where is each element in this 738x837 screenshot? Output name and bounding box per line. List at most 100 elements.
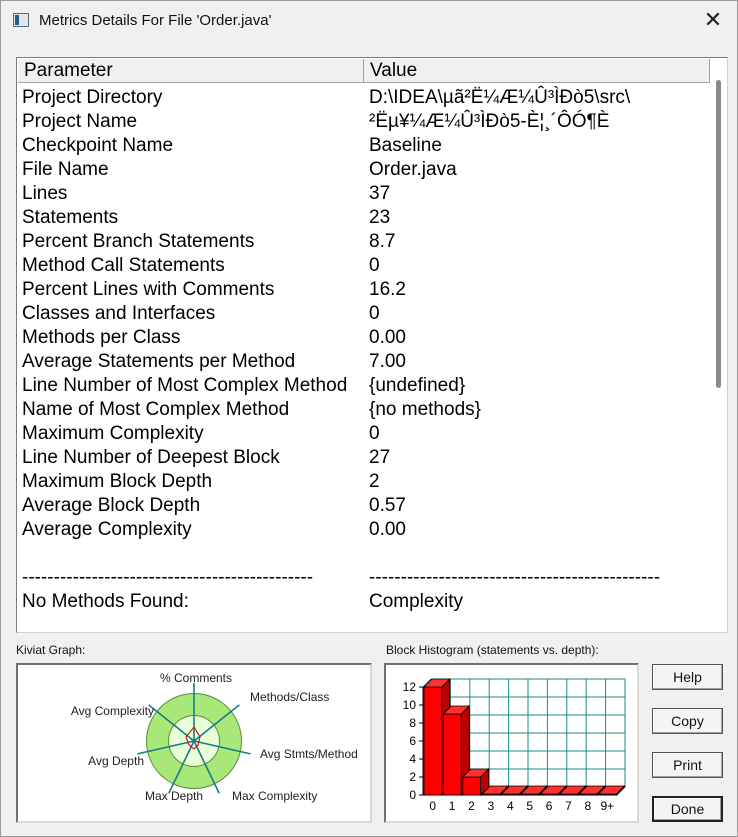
- print-button[interactable]: Print: [652, 752, 723, 778]
- vertical-scrollbar[interactable]: [710, 58, 727, 632]
- table-row[interactable]: Percent Branch Statements 8.7: [22, 230, 712, 254]
- table-row[interactable]: Method Call Statements 0: [22, 254, 712, 278]
- parameter-cell: Project Name: [22, 111, 138, 132]
- parameter-cell: Percent Branch Statements: [22, 231, 255, 252]
- value-cell: ²Ëµ¥¼Æ¼Û³ÌÐò5-È¦¸´ÔÓ¶È: [369, 111, 610, 132]
- parameter-cell: Name of Most Complex Method: [22, 399, 290, 420]
- done-button[interactable]: Done: [652, 796, 723, 822]
- value-cell: Order.java: [369, 159, 457, 180]
- kiviat-axis-label: Max Complexity: [232, 789, 317, 803]
- close-button[interactable]: ✕: [695, 5, 731, 37]
- histogram-y-tick-label: 2: [409, 770, 416, 784]
- column-header-parameter[interactable]: Parameter: [18, 59, 364, 83]
- table-row[interactable]: Classes and Interfaces 0: [22, 302, 712, 326]
- value-cell: ----------------------------------------…: [369, 567, 661, 588]
- metrics-table[interactable]: Parameter Value Project Directory D:\IDEA…: [16, 57, 728, 633]
- table-row[interactable]: Percent Lines with Comments 16.2: [22, 278, 712, 302]
- value-cell: Complexity: [369, 591, 463, 612]
- parameter-cell: Line Number of Most Complex Method: [22, 375, 348, 396]
- parameter-cell: Statements: [22, 207, 119, 228]
- kiviat-axis-label: Methods/Class: [250, 690, 329, 704]
- table-row[interactable]: Methods per Class 0.00: [22, 326, 712, 350]
- value-cell: 37: [369, 183, 391, 204]
- histogram-x-tick-label: 8: [585, 799, 592, 813]
- histogram-x-tick-label: 1: [449, 799, 456, 813]
- app-window-icon: [13, 13, 29, 27]
- parameter-cell: Project Directory: [22, 87, 163, 108]
- value-cell: 0: [369, 423, 380, 444]
- kiviat-graph: % Comments Methods/Class Avg Stmts/Method M…: [16, 663, 372, 823]
- histogram-x-tick-label: 7: [565, 799, 572, 813]
- table-row[interactable]: ----------------------------------------…: [22, 566, 712, 590]
- histogram-y-tick-label: 12: [403, 680, 417, 694]
- parameter-cell: Average Block Depth: [22, 495, 201, 516]
- parameter-cell: Average Complexity: [22, 519, 192, 540]
- histogram-x-tick-label: 3: [488, 799, 495, 813]
- table-row[interactable]: Lines 37: [22, 182, 712, 206]
- column-header-value[interactable]: Value: [364, 59, 710, 83]
- kiviat-axis-label: Avg Complexity: [71, 704, 154, 718]
- table-row[interactable]: Average Complexity 0.00: [22, 518, 712, 542]
- parameter-cell: Maximum Complexity: [22, 423, 204, 444]
- parameter-cell: File Name: [22, 159, 109, 180]
- kiviat-axis-label: Avg Stmts/Method: [260, 747, 358, 761]
- value-cell: {no methods}: [369, 399, 481, 420]
- histogram-x-tick-label: 9+: [600, 799, 614, 813]
- table-row[interactable]: Average Block Depth 0.57: [22, 494, 712, 518]
- value-cell: 2: [369, 471, 380, 492]
- table-row[interactable]: Line Number of Most Complex Method {undef…: [22, 374, 712, 398]
- value-cell: 27: [369, 447, 391, 468]
- parameter-cell: Maximum Block Depth: [22, 471, 213, 492]
- block-histogram: 12 10 8 6 4 2 0 0 1 2 3 4 5 6 7 8 9+: [384, 663, 639, 823]
- table-row[interactable]: Line Number of Deepest Block 27: [22, 446, 712, 470]
- histogram-y-tick-label: 4: [409, 752, 416, 766]
- kiviat-graph-svg: % Comments Methods/Class Avg Stmts/Method M…: [71, 671, 358, 803]
- histogram-x-tick-label: 6: [546, 799, 553, 813]
- value-cell: 7.00: [369, 351, 406, 372]
- value-cell: 0: [369, 255, 380, 276]
- scrollbar-thumb[interactable]: [716, 80, 721, 388]
- kiviat-axis-label: % Comments: [160, 671, 232, 685]
- histogram-y-tick-label: 10: [403, 698, 417, 712]
- value-cell: 16.2: [369, 279, 406, 300]
- parameter-cell: Lines: [22, 183, 68, 204]
- parameter-cell: No Methods Found:: [22, 591, 189, 612]
- table-row[interactable]: Name of Most Complex Method {no methods}: [22, 398, 712, 422]
- table-row[interactable]: [22, 542, 712, 566]
- value-cell: 8.7: [369, 231, 396, 252]
- parameter-cell: Methods per Class: [22, 327, 181, 348]
- table-row[interactable]: No Methods Found: Complexity: [22, 590, 712, 614]
- kiviat-graph-label: Kiviat Graph:: [16, 643, 86, 657]
- block-histogram-svg: 1210864200 1 2 3 4 5 6 7 8 9+: [403, 678, 627, 813]
- help-button[interactable]: Help: [652, 664, 723, 690]
- kiviat-axis-label: Max Depth: [145, 789, 203, 803]
- table-row[interactable]: Project Name ²Ëµ¥¼Æ¼Û³ÌÐò5-È¦¸´ÔÓ¶È: [22, 110, 712, 134]
- parameter-cell: Percent Lines with Comments: [22, 279, 275, 300]
- table-row[interactable]: Statements 23: [22, 206, 712, 230]
- table-row[interactable]: Average Statements per Method 7.00: [22, 350, 712, 374]
- parameter-cell: Classes and Interfaces: [22, 303, 216, 324]
- table-row[interactable]: Checkpoint Name Baseline: [22, 134, 712, 158]
- value-cell: 23: [369, 207, 391, 228]
- table-row[interactable]: Maximum Complexity 0: [22, 422, 712, 446]
- parameter-cell: Line Number of Deepest Block: [22, 447, 280, 468]
- histogram-y-tick-label: 8: [409, 716, 416, 730]
- window-title: Metrics Details For File 'Order.java': [39, 12, 272, 29]
- parameter-cell: Method Call Statements: [22, 255, 225, 276]
- value-cell: 0.00: [369, 327, 406, 348]
- copy-button[interactable]: Copy: [652, 708, 723, 734]
- histogram-y-tick-label: 0: [409, 788, 416, 802]
- histogram-x-tick-label: 4: [507, 799, 514, 813]
- table-row[interactable]: Maximum Block Depth 2: [22, 470, 712, 494]
- table-row[interactable]: Project Directory D:\IDEA\µã²Ë¼Æ¼Û³ÌÐò5\s…: [22, 86, 712, 110]
- value-cell: 0: [369, 303, 380, 324]
- histogram-x-tick-label: 2: [468, 799, 475, 813]
- block-histogram-label: Block Histogram (statements vs. depth):: [386, 643, 599, 657]
- value-cell: Baseline: [369, 135, 442, 156]
- parameter-cell: Checkpoint Name: [22, 135, 174, 156]
- title-bar: Metrics Details For File 'Order.java' ✕: [1, 1, 737, 41]
- value-cell: 0.00: [369, 519, 406, 540]
- metrics-details-window: Metrics Details For File 'Order.java' ✕ …: [0, 0, 738, 837]
- table-row[interactable]: File Name Order.java: [22, 158, 712, 182]
- histogram-y-tick-label: 6: [409, 734, 416, 748]
